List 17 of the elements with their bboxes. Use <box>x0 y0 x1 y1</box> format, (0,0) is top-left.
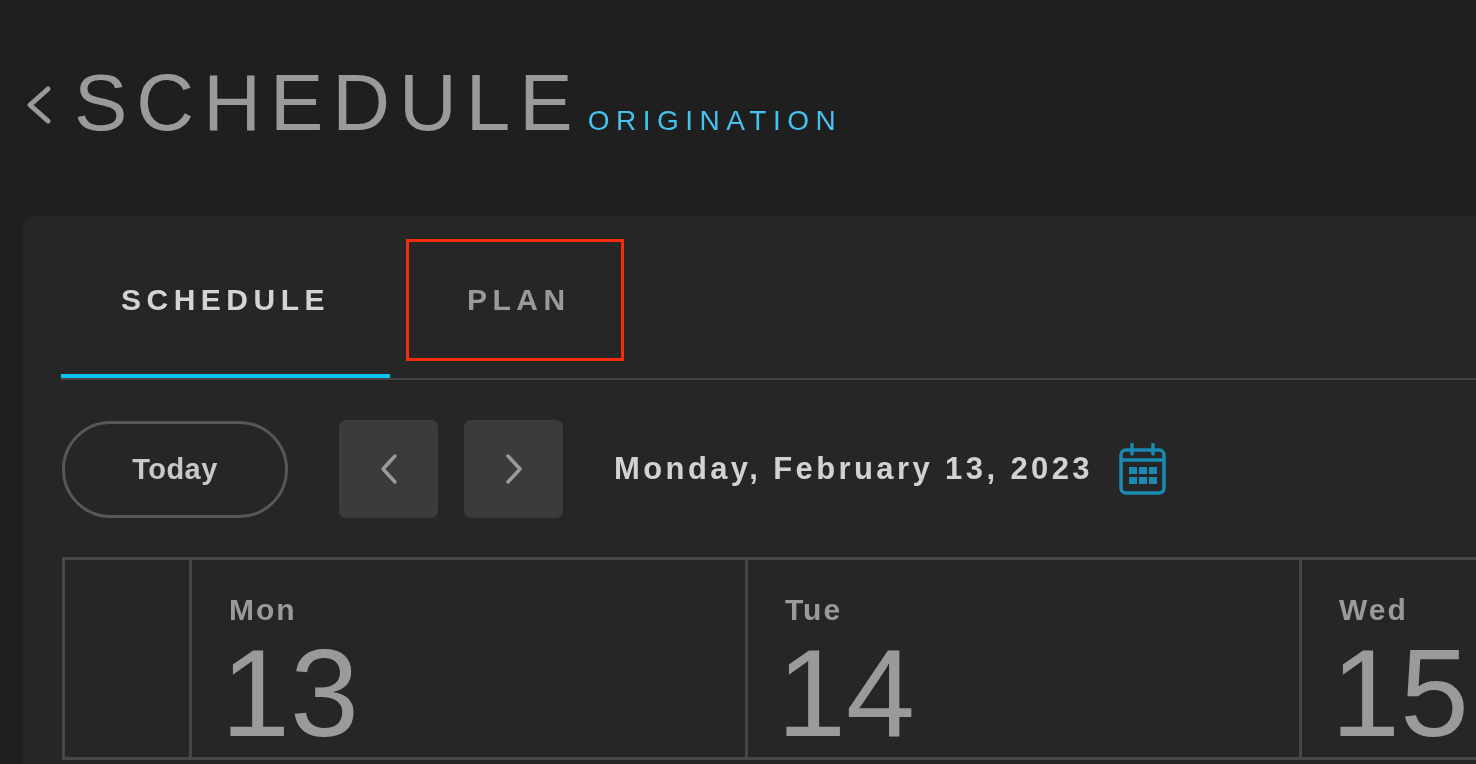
weekday-label: Mon <box>229 595 297 625</box>
tab[interactable]: PLAN <box>390 216 643 378</box>
calendar-icon[interactable] <box>1119 443 1166 495</box>
weekday-label: Tue <box>785 595 843 625</box>
chevron-left-icon <box>25 85 52 125</box>
chevron-left-icon <box>379 453 398 485</box>
date-label: Monday, February 13, 2023 <box>614 451 1093 487</box>
tab[interactable]: SCHEDULE <box>61 216 390 378</box>
weekday-label: Wed <box>1339 595 1408 625</box>
page-title: SCHEDULE <box>74 63 582 143</box>
page-subtitle: ORIGINATION <box>587 107 843 135</box>
day-number: 15 <box>1331 635 1469 753</box>
back-button[interactable] <box>25 85 52 125</box>
day-number: 13 <box>221 635 359 753</box>
today-button[interactable]: Today <box>62 420 288 518</box>
chevron-right-icon <box>504 453 523 485</box>
day-number: 14 <box>777 635 915 753</box>
